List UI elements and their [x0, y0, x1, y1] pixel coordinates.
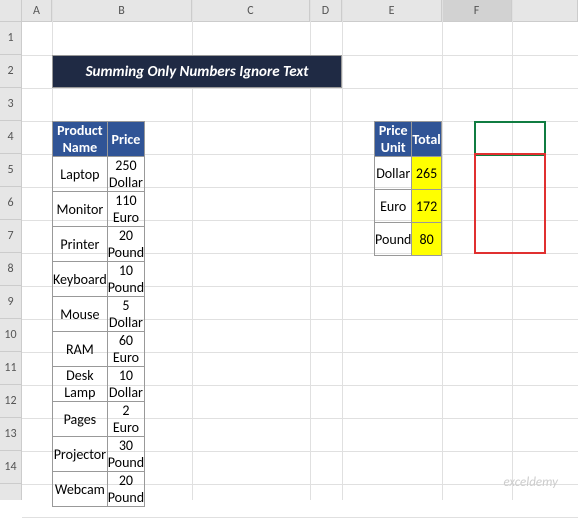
cell-product[interactable]: Desk Lamp — [53, 367, 108, 402]
table-row: Euro172 — [375, 190, 442, 223]
row-header-6[interactable]: 6 — [0, 187, 21, 220]
cell-product[interactable]: Monitor — [53, 192, 108, 227]
table-row: Pages2 Euro — [53, 402, 145, 437]
cell-price[interactable]: 10 Pound — [107, 262, 144, 297]
col-header-b[interactable]: B — [52, 0, 192, 21]
header-total[interactable]: Total — [412, 122, 441, 157]
product-table: Product Name Price Laptop250 DollarMonit… — [52, 121, 145, 507]
table-row: Webcam20 Pound — [53, 472, 145, 507]
col-header-d[interactable]: D — [310, 0, 342, 21]
cell-product[interactable]: Printer — [53, 227, 108, 262]
col-header: ABCDEF — [0, 0, 578, 22]
table-row: Keyboard10 Pound — [53, 262, 145, 297]
cell-product[interactable]: Mouse — [53, 297, 108, 332]
product-table-body: Laptop250 DollarMonitor110 EuroPrinter20… — [53, 157, 145, 507]
cell-unit[interactable]: Dollar — [375, 157, 412, 190]
cell-product[interactable]: Keyboard — [53, 262, 108, 297]
cell-product[interactable]: Laptop — [53, 157, 108, 192]
summary-table-body: Dollar265Euro172Pound80 — [375, 157, 442, 256]
row-header-14[interactable]: 14 — [0, 451, 21, 484]
gridline-v — [512, 0, 513, 500]
table-row: RAM60 Euro — [53, 332, 145, 367]
table-row: Printer20 Pound — [53, 227, 145, 262]
cell-price[interactable]: 30 Pound — [107, 437, 144, 472]
row-header-2[interactable]: 2 — [0, 55, 21, 88]
row-header-12[interactable]: 12 — [0, 385, 21, 418]
cell-price[interactable]: 20 Pound — [107, 227, 144, 262]
table-row: Projector30 Pound — [53, 437, 145, 472]
table-row: Dollar265 — [375, 157, 442, 190]
table-row: Mouse5 Dollar — [53, 297, 145, 332]
cell-unit[interactable]: Pound — [375, 223, 412, 256]
cell-total[interactable]: 80 — [412, 223, 441, 256]
gridline-v — [342, 0, 343, 500]
cell-price[interactable]: 5 Dollar — [107, 297, 144, 332]
row-header-11[interactable]: 11 — [0, 352, 21, 385]
col-header-f[interactable]: F — [442, 0, 512, 21]
header-product-name[interactable]: Product Name — [53, 122, 108, 157]
cell-product[interactable]: Webcam — [53, 472, 108, 507]
title-cell[interactable]: Summing Only Numbers Ignore Text — [52, 55, 342, 88]
row-header: 1234567891011121314 — [0, 0, 22, 500]
cell-price[interactable]: 2 Euro — [107, 402, 144, 437]
select-all-corner[interactable] — [0, 0, 22, 22]
row-header-10[interactable]: 10 — [0, 319, 21, 352]
row-header-1[interactable]: 1 — [0, 22, 21, 55]
cell-price[interactable]: 110 Euro — [107, 192, 144, 227]
table-row: Desk Lamp10 Dollar — [53, 367, 145, 402]
header-price-unit[interactable]: Price Unit — [375, 122, 412, 157]
gridline-v — [442, 0, 443, 500]
row-header-9[interactable]: 9 — [0, 286, 21, 319]
cell-price[interactable]: 250 Dollar — [107, 157, 144, 192]
table-row: Monitor110 Euro — [53, 192, 145, 227]
cell-price[interactable]: 20 Pound — [107, 472, 144, 507]
cell-product[interactable]: Projector — [53, 437, 108, 472]
cell-total[interactable]: 172 — [412, 190, 441, 223]
row-header-3[interactable]: 3 — [0, 88, 21, 121]
col-header-extra[interactable] — [512, 0, 578, 21]
table-row: Laptop250 Dollar — [53, 157, 145, 192]
cell-product[interactable]: RAM — [53, 332, 108, 367]
row-header-8[interactable]: 8 — [0, 253, 21, 286]
cell-price[interactable]: 60 Euro — [107, 332, 144, 367]
col-header-c[interactable]: C — [192, 0, 310, 21]
cell-total[interactable]: 265 — [412, 157, 441, 190]
watermark: exceldemy — [503, 475, 558, 490]
col-header-a[interactable]: A — [22, 0, 52, 21]
col-header-e[interactable]: E — [342, 0, 442, 21]
table-row: Pound80 — [375, 223, 442, 256]
row-header-5[interactable]: 5 — [0, 154, 21, 187]
row-header-4[interactable]: 4 — [0, 121, 21, 154]
cell-unit[interactable]: Euro — [375, 190, 412, 223]
cell-price[interactable]: 10 Dollar — [107, 367, 144, 402]
summary-table: Price Unit Total Dollar265Euro172Pound80 — [374, 121, 442, 256]
cell-product[interactable]: Pages — [53, 402, 108, 437]
header-price[interactable]: Price — [107, 122, 144, 157]
row-header-13[interactable]: 13 — [0, 418, 21, 451]
row-header-7[interactable]: 7 — [0, 220, 21, 253]
